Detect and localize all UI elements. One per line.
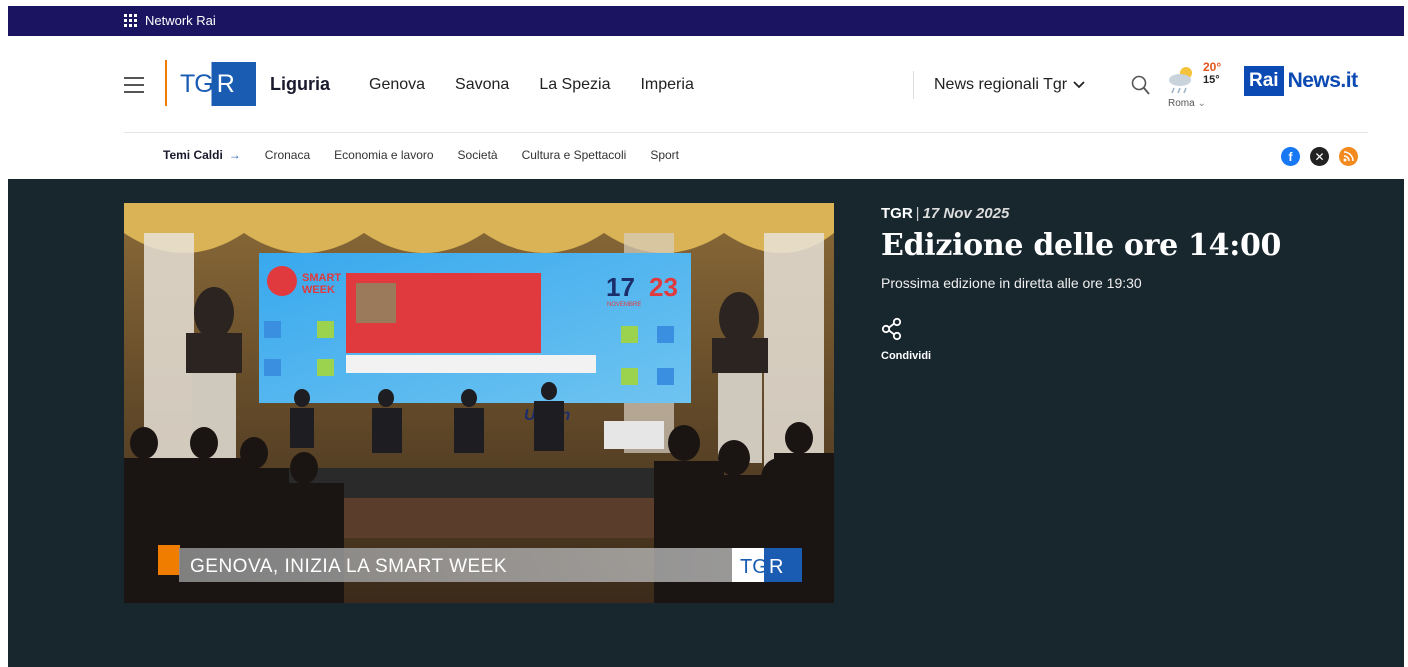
share-label: Condividi: [881, 350, 932, 362]
video-badge-r: R: [769, 556, 783, 578]
topic-sport[interactable]: Sport: [650, 148, 679, 162]
arrow-right-icon: →: [228, 148, 241, 162]
news-regionali-dropdown[interactable]: News regionali Tgr: [934, 76, 1085, 94]
nav-savona[interactable]: Savona: [455, 76, 509, 94]
share-icon: [881, 317, 902, 341]
edition-date: 17 Nov 2025: [922, 205, 1010, 222]
news-regionali-label: News regionali Tgr: [934, 76, 1068, 93]
screen-day-a: 17: [606, 272, 635, 302]
cloudy-rain-icon: [1169, 67, 1192, 94]
edition-title: Edizione delle ore 14:00: [881, 228, 1282, 263]
tgr-logo[interactable]: TG R: [174, 62, 256, 106]
menu-icon[interactable]: [124, 77, 144, 93]
screen-title-a: SMART: [302, 272, 341, 284]
video-badge-tg: TG: [740, 556, 768, 578]
screen-day-b: 23: [649, 272, 678, 302]
weather-widget[interactable]: 20° 15° Roma ⌄: [1166, 60, 1228, 114]
weather-city-label: Roma: [1168, 98, 1195, 109]
screen-month: NOVEMBRE: [607, 302, 641, 308]
topic-cronaca[interactable]: Cronaca: [265, 148, 310, 162]
temi-caldi-link[interactable]: Temi Caldi →: [163, 148, 241, 162]
temp-low: 15°: [1203, 74, 1220, 86]
next-edition-text: Prossima edizione in diretta alle ore 19…: [881, 275, 1142, 291]
logo-divider: [165, 60, 167, 106]
city-nav: Genova Savona La Spezia Imperia: [369, 76, 694, 94]
tgr-logo-r: R: [216, 69, 235, 98]
region-title[interactable]: Liguria: [270, 74, 330, 95]
meta-separator: |: [915, 205, 920, 222]
news-it-text: News.it: [1287, 69, 1359, 92]
topics-nav: Temi Caldi → Cronaca Economia e lavoro So…: [8, 133, 1404, 179]
search-icon[interactable]: [1131, 74, 1151, 96]
topic-societa[interactable]: Società: [458, 148, 498, 162]
header-divider: [913, 71, 914, 99]
nav-genova[interactable]: Genova: [369, 76, 425, 94]
lower-third-caption: GENOVA, INIZIA LA SMART WEEK: [190, 556, 507, 577]
facebook-icon[interactable]: f: [1281, 147, 1300, 166]
screen-title-b: WEEK: [302, 284, 335, 296]
network-rai-menu[interactable]: Network Rai: [124, 13, 216, 28]
hero-section: SMART WEEK 17 23 NOVEMBRE Urban: [8, 179, 1404, 667]
video-frame: SMART WEEK 17 23 NOVEMBRE Urban: [124, 203, 834, 603]
temi-caldi-label: Temi Caldi: [163, 148, 223, 162]
chevron-down-icon: [1073, 81, 1085, 89]
nav-imperia[interactable]: Imperia: [640, 76, 693, 94]
rainews-logo[interactable]: Rai News.it: [1244, 66, 1358, 96]
edition-info: TGR | 17 Nov 2025 Edizione delle ore 14:00…: [881, 205, 1281, 291]
x-icon[interactable]: ✕: [1310, 147, 1329, 166]
tgr-logo-text: TG: [180, 69, 214, 98]
network-rai-label: Network Rai: [145, 13, 216, 28]
temp-high: 20°: [1203, 60, 1222, 74]
nav-la-spezia[interactable]: La Spezia: [539, 76, 610, 94]
share-button[interactable]: Condividi: [881, 317, 941, 362]
edition-source: TGR: [881, 205, 913, 222]
topic-economia[interactable]: Economia e lavoro: [334, 148, 433, 162]
network-bar: Network Rai: [8, 6, 1404, 36]
weather-city: Roma ⌄: [1168, 98, 1206, 109]
site-header: TG R Liguria Genova Savona La Spezia Impe…: [8, 36, 1404, 133]
edition-meta: TGR | 17 Nov 2025: [881, 205, 1281, 222]
rss-icon[interactable]: [1339, 147, 1358, 166]
rai-logo-box: Rai: [1244, 66, 1284, 96]
chevron-down-icon: ⌄: [1197, 98, 1206, 109]
social-links: f ✕: [1281, 147, 1358, 166]
page: Network Rai TG R Liguria Genova Savona La…: [8, 6, 1404, 667]
topic-cultura[interactable]: Cultura e Spettacoli: [522, 148, 627, 162]
apps-grid-icon: [124, 14, 137, 27]
video-player[interactable]: SMART WEEK 17 23 NOVEMBRE Urban: [124, 203, 834, 603]
